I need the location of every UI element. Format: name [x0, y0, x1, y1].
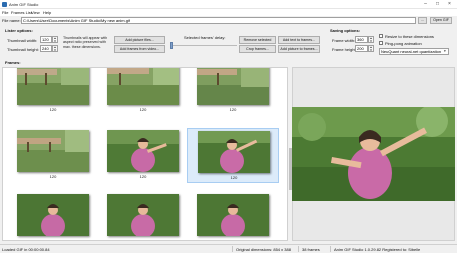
frames-heading: Frames:	[5, 60, 21, 65]
status-load-time: Loaded GIF in 00:00:00.84	[2, 247, 50, 252]
status-dimensions: Original dimensions: 854 x 388	[236, 247, 291, 252]
frame-delay-label: 120	[230, 175, 238, 180]
delay-label: Selected frames' delay:	[184, 35, 226, 40]
ping-pong-checkbox[interactable]	[379, 41, 383, 45]
status-divider	[298, 246, 299, 252]
frame-thumbnail-9[interactable]	[187, 192, 279, 240]
frame-delay-label: 120	[49, 107, 57, 112]
chevron-down-icon[interactable]: ▾	[444, 49, 446, 53]
status-divider	[232, 246, 233, 252]
frame-thumbnail-5[interactable]: 120	[97, 128, 189, 183]
add-picture-to-frames-button[interactable]: Add picture to frames...	[278, 45, 320, 53]
frame-delay-label: 120	[229, 107, 237, 112]
frame-image	[107, 68, 179, 105]
menu-view[interactable]: View	[31, 10, 40, 15]
preview-image	[292, 107, 455, 201]
frame-width-stepper[interactable]: ▴ ▾	[368, 36, 374, 43]
thumbnail-note: Thumbnails will appear with aspect ratio…	[63, 36, 108, 49]
menu-bar: File Frames List View Help	[0, 9, 457, 16]
frame-height-stepper[interactable]: ▴ ▾	[368, 45, 374, 52]
frame-image	[197, 68, 269, 105]
close-icon[interactable]: ×	[445, 1, 454, 8]
add-text-button[interactable]: Add text to frames...	[278, 36, 320, 44]
file-path-input[interactable]: C:\Users\User\Documents\Anim GIF Studio\…	[21, 17, 416, 24]
thumbnail-height-stepper[interactable]: ▴ ▾	[52, 45, 58, 52]
frame-thumbnail-4[interactable]: 120	[7, 128, 99, 183]
frame-delay-label: 120	[139, 107, 147, 112]
remove-selected-button[interactable]: Remove selected	[239, 36, 276, 44]
thumbnail-height-input[interactable]: 240	[40, 45, 52, 52]
open-gif-button[interactable]: Open GIF	[430, 17, 452, 24]
status-frame-count: 38 frames	[302, 247, 320, 252]
frame-image	[17, 68, 89, 105]
app-icon	[2, 2, 7, 7]
minimize-icon[interactable]: –	[421, 1, 430, 8]
frame-delay-label: 120	[139, 174, 147, 179]
frame-thumbnail-6-selected[interactable]: 120	[187, 128, 279, 183]
add-picture-files-button[interactable]: Add picture files...	[114, 36, 165, 44]
thumbnail-width-input[interactable]: 120	[40, 36, 52, 43]
file-name-label: File name:	[2, 18, 21, 23]
frames-list[interactable]: 120 120 120 120 120 120	[2, 67, 288, 241]
frame-width-label: Frame width:	[332, 38, 356, 43]
delay-slider-track	[171, 45, 237, 46]
resize-checkbox[interactable]	[379, 34, 383, 38]
thumbnail-width-stepper[interactable]: ▴ ▾	[52, 36, 58, 43]
delay-slider-handle[interactable]	[170, 42, 173, 49]
quantization-select[interactable]: NeuQuant neural-net quantization	[379, 48, 449, 55]
frame-image	[197, 194, 269, 236]
lister-options-heading: Lister options:	[5, 28, 33, 33]
menu-frames-list[interactable]: Frames List	[11, 10, 32, 15]
saving-options-heading: Saving options:	[330, 28, 360, 33]
frame-thumbnail-3[interactable]: 120	[187, 68, 279, 116]
browse-button[interactable]: ...	[418, 17, 427, 24]
frame-height-input[interactable]: 200	[355, 45, 368, 52]
frame-image	[107, 194, 179, 236]
status-version: Anim GIF Studio 1.0.29.82 Registered to:…	[334, 247, 421, 252]
thumbnail-height-label: Thumbnail height:	[7, 47, 39, 52]
frame-thumbnail-7[interactable]	[7, 192, 99, 240]
resize-label: Resize to these dimensions	[385, 34, 434, 39]
frame-delay-label: 120	[49, 174, 57, 179]
maximize-icon[interactable]: □	[433, 1, 442, 8]
title-bar: Anim GIF Studio – □ ×	[0, 0, 457, 9]
frame-thumbnail-8[interactable]	[97, 192, 189, 240]
menu-file[interactable]: File	[2, 10, 8, 15]
frame-image	[107, 130, 179, 172]
ping-pong-label: Ping-pong animation	[385, 41, 422, 46]
frame-image	[17, 130, 89, 172]
thumbnail-width-label: Thumbnail width:	[7, 38, 38, 43]
status-divider	[330, 246, 331, 252]
add-frames-from-video-button[interactable]: Add frames from video...	[114, 45, 165, 53]
frame-thumbnail-1[interactable]: 120	[7, 68, 99, 116]
file-bar: File name: C:\Users\User\Documents\Anim …	[0, 16, 457, 25]
status-bar: Loaded GIF in 00:00:00.84 Original dimen…	[0, 244, 457, 253]
menu-help[interactable]: Help	[43, 10, 51, 15]
frame-width-input[interactable]: 360	[355, 36, 368, 43]
frame-thumbnail-2[interactable]: 120	[97, 68, 189, 116]
frame-image	[17, 194, 89, 236]
frame-image	[198, 131, 270, 173]
frame-height-label: Frame height:	[332, 47, 357, 52]
crop-frames-button[interactable]: Crop frames...	[239, 45, 276, 53]
window-title: Anim GIF Studio	[9, 2, 39, 7]
